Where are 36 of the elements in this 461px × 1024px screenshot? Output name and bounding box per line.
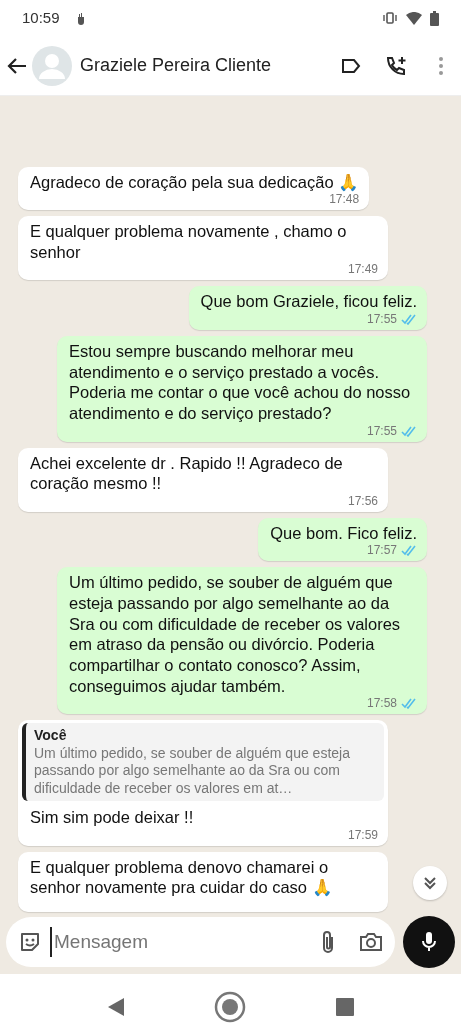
more-options-icon[interactable] xyxy=(439,57,443,76)
message-time: 17:49 xyxy=(347,262,378,278)
message-text: Sim sim pode deixar !! xyxy=(30,808,194,827)
sticker-icon[interactable] xyxy=(18,930,42,954)
back-nav-icon[interactable] xyxy=(107,998,124,1016)
message-text: Agradeco de coração pela sua dedicação 🙏 xyxy=(30,172,360,191)
message-time: 17:55 xyxy=(366,423,397,439)
recents-nav-icon[interactable] xyxy=(335,998,354,1016)
message-text: Estou sempre buscando melhorar meu atendimento e o serviço prestado a vocês. Poderia me contar o que você achou do nosso atendimento e do serviço prestado? xyxy=(69,342,411,422)
message-time: 17:58 xyxy=(366,696,397,712)
home-nav-icon[interactable] xyxy=(213,991,246,1023)
paperclip-icon[interactable] xyxy=(321,930,335,954)
message-time: 17:48 xyxy=(329,192,360,208)
status-time: 10:59 xyxy=(22,7,60,28)
message-time: 17:55 xyxy=(366,312,397,327)
message-text: E qualquer problema denovo chamarei o senhor novamente pra cuidar do caso 🙏 xyxy=(30,857,333,897)
quote-text: Um último pedido, se souber de alguém que esteja passando por algo semelhante ao da Sra ou com dificuldade de receber os valores em at… xyxy=(34,744,351,798)
quoted-message[interactable]: Você Um último pedido, se souber de alguém que esteja passando por algo semelhante ao da Sra ou com dificuldade de receber os valores em at… xyxy=(22,723,384,802)
message-bar[interactable]: Mensagem xyxy=(6,917,395,967)
message-time: 17:57 xyxy=(366,543,397,559)
battery-icon xyxy=(430,10,439,26)
wifi-icon xyxy=(406,11,422,25)
message-text: Um último pedido, se souber de alguém que esteja passando por algo semelhante ao da Sra ou com dificuldade de receber os valores em atraso da pensão ou divórcio. Poderia compartilhar o contato conosco? Assim, conseguimos ajudar também. xyxy=(69,573,401,695)
message-time: 17:56 xyxy=(347,493,378,509)
microphone-button[interactable] xyxy=(403,916,455,968)
message-time: 17:59 xyxy=(347,827,378,843)
microphone-icon[interactable] xyxy=(422,931,436,953)
message-text: Que bom Graziele, ficou feliz. xyxy=(200,292,417,311)
message-text: Que bom. Fico feliz. xyxy=(270,523,417,542)
vibrate-icon xyxy=(382,12,398,24)
quote-author: Você xyxy=(34,727,68,745)
message-text: Achei excelente dr . Rapido !! Agradeco de coração mesmo !! xyxy=(30,453,343,493)
message-text: E qualquer problema novamente , chamo o senhor xyxy=(30,222,347,261)
camera-icon[interactable] xyxy=(359,932,383,952)
double-chevron-down-icon[interactable] xyxy=(423,876,437,890)
contact-name[interactable]: Graziele Pereira Cliente xyxy=(80,52,341,79)
